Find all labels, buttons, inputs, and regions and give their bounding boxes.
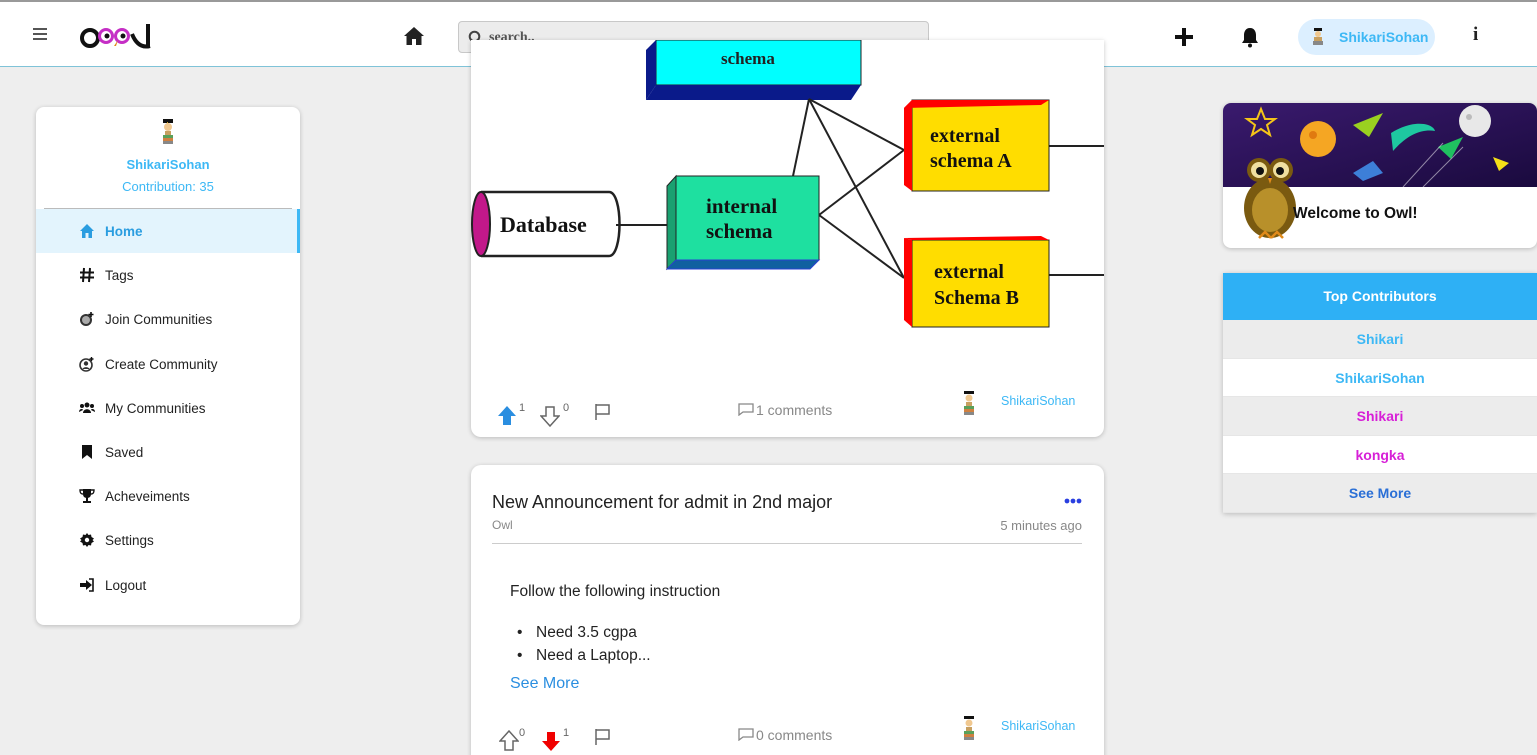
post-card: schema Database internal schema external… [471, 40, 1104, 437]
avatar [163, 119, 173, 144]
see-more-link[interactable]: See More [510, 675, 579, 693]
upvote-icon[interactable] [499, 730, 519, 752]
sidebar-item-label: Tags [105, 268, 134, 284]
contributor-row[interactable]: Shikari [1223, 320, 1537, 359]
contributor-name: kongka [1355, 446, 1405, 463]
downvote-count: 1 [563, 727, 570, 739]
owl-mascot-image [1244, 158, 1296, 239]
upvote-count: 1 [519, 402, 526, 414]
hash-icon [80, 268, 94, 283]
flag-icon[interactable] [594, 403, 612, 421]
info-icon[interactable]: i [1473, 24, 1483, 45]
post-title[interactable]: New Announcement for admit in 2nd major [492, 492, 832, 513]
list-item: Need a Laptop... [510, 647, 651, 670]
welcome-card: Welcome to Owl! [1223, 103, 1537, 248]
sidebar-item-create-community[interactable]: Create Community [36, 342, 300, 386]
user-profile-button[interactable]: ShikariSohan [1298, 19, 1435, 55]
trophy-icon [79, 489, 95, 504]
contributor-name: ShikariSohan [1335, 369, 1425, 386]
downvote-count: 0 [563, 402, 570, 414]
see-more-label: See More [1348, 485, 1412, 501]
sidebar-item-label: My Communities [105, 400, 206, 416]
top-contributors-panel: Top Contributors Shikari ShikariSohan Sh… [1223, 273, 1537, 513]
see-more-contributors-button[interactable]: See More [1223, 474, 1537, 513]
downvote-icon[interactable] [541, 730, 561, 752]
sidebar-item-label: Logout [105, 577, 147, 593]
plus-icon[interactable] [1173, 26, 1195, 48]
post-timestamp: 5 minutes ago [1000, 518, 1082, 533]
author-name[interactable]: ShikariSohan [1001, 394, 1075, 408]
sidebar-username[interactable]: ShikariSohan [36, 157, 300, 172]
menu-icon[interactable] [33, 28, 47, 40]
author-name[interactable]: ShikariSohan [1001, 719, 1075, 733]
post-bullet-list: Need 3.5 cgpa Need a Laptop... [510, 624, 651, 670]
sidebar-menu: Home Tags Join Communities Create Commun… [36, 209, 300, 607]
post-actions: 0 1 0 comments ShikariSohan [471, 716, 1104, 752]
contributor-row[interactable]: Shikari [1223, 397, 1537, 436]
diagram-label: schema A [930, 150, 1012, 172]
contributor-row[interactable]: kongka [1223, 436, 1537, 474]
contributor-name: Shikari [1356, 331, 1404, 347]
bell-icon[interactable] [1240, 26, 1260, 48]
author-avatar [964, 716, 974, 740]
upvote-icon[interactable] [497, 405, 517, 427]
comment-icon [738, 728, 754, 741]
sidebar-item-label: Create Community [105, 356, 218, 372]
sidebar-item-logout[interactable]: Logout [36, 563, 300, 607]
comments-count: 0 comments [756, 727, 833, 743]
user-avatar [1313, 28, 1323, 45]
sidebar-item-achievements[interactable]: Acheveiments [36, 474, 300, 518]
diagram-label: external [930, 125, 1000, 147]
schema-diagram-image: schema Database internal schema external… [471, 40, 1104, 328]
welcome-text: Welcome to Owl! [1293, 205, 1418, 222]
post-actions: 1 0 1 comments ShikariSohan [471, 391, 1104, 427]
comments-link[interactable]: 0 comments [738, 727, 832, 743]
logout-icon [80, 577, 94, 592]
sidebar-item-label: Join Communities [105, 312, 213, 328]
globe-plus-icon [80, 312, 94, 327]
contribution-count: Contribution: 35 [122, 179, 214, 194]
sidebar-item-label: Saved [105, 444, 144, 460]
comment-icon [738, 403, 754, 416]
downvote-icon[interactable] [540, 405, 560, 427]
diagram-label: internal [706, 194, 777, 218]
comments-count: 1 comments [756, 402, 833, 418]
sidebar-item-my-communities[interactable]: My Communities [36, 386, 300, 430]
cog-icon [80, 533, 94, 548]
sidebar-item-settings[interactable]: Settings [36, 518, 300, 562]
contributor-row[interactable]: ShikariSohan [1223, 359, 1537, 397]
top-contributors-header: Top Contributors [1223, 273, 1537, 320]
sidebar-item-saved[interactable]: Saved [36, 430, 300, 474]
owl-logo[interactable] [80, 22, 160, 50]
post-body: Follow the following instruction [510, 583, 721, 600]
author-avatar [964, 391, 974, 415]
post-community[interactable]: Owl [492, 518, 513, 532]
sidebar-item-label: Settings [105, 533, 154, 549]
navbar-username: ShikariSohan [1339, 29, 1429, 45]
sidebar-item-label: Home [105, 224, 143, 239]
flag-icon[interactable] [594, 728, 612, 746]
user-plus-icon [79, 356, 94, 372]
sidebar-item-join-communities[interactable]: Join Communities [36, 297, 300, 341]
left-sidebar: ShikariSohan Contribution: 35 Home Tags … [36, 107, 300, 625]
list-item: Need 3.5 cgpa [510, 624, 651, 647]
more-options-icon[interactable] [1064, 498, 1082, 504]
sidebar-item-label: Acheveiments [105, 489, 190, 505]
diagram-label: schema [721, 49, 775, 68]
bookmark-icon [82, 444, 92, 459]
diagram-label: external [934, 261, 1004, 283]
users-icon [79, 402, 95, 413]
diagram-label: Database [500, 212, 587, 237]
comments-link[interactable]: 1 comments [738, 402, 832, 418]
sidebar-item-tags[interactable]: Tags [36, 253, 300, 297]
contributor-name: Shikari [1356, 408, 1404, 424]
upvote-count: 0 [519, 727, 526, 739]
diagram-label: Schema B [934, 287, 1019, 309]
diagram-label: schema [706, 219, 773, 243]
sidebar-item-home[interactable]: Home [36, 209, 300, 254]
divider [492, 543, 1082, 544]
home-icon[interactable] [403, 26, 425, 46]
post-card: New Announcement for admit in 2nd major … [471, 465, 1104, 755]
home-icon [80, 224, 94, 238]
